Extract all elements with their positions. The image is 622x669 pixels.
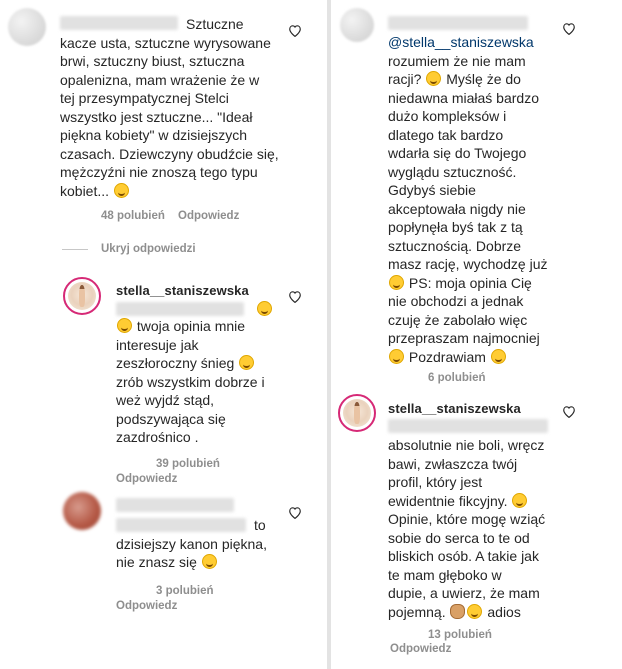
comment-text-line: sztucznością. Dobrze [388, 237, 522, 254]
reply-text-line: nie znasz się [116, 554, 197, 570]
avatar[interactable] [8, 8, 46, 46]
mention-blurred[interactable] [116, 518, 246, 532]
reply-text: absolutnie nie boli, wręcz bawi, zwłaszc… [388, 436, 598, 621]
comment-text-line: brwi, sztuczny biust, sztuczna [60, 53, 245, 69]
username-blurred[interactable] [116, 498, 234, 512]
comment-text-line: wyglądu sztuczność. [388, 163, 517, 180]
comment-text-line: wdarła się do Twojego [388, 145, 527, 161]
comment-text-line: czasach. Dziewczyny obudźcie się, [60, 145, 279, 162]
grimacing-emoji-icon [113, 182, 129, 198]
ok-hand-emoji-icon [450, 603, 466, 619]
username-blurred[interactable] [388, 16, 528, 30]
reply-text-line: to [254, 517, 266, 533]
comment-text-line: dlatego tak bardzo [388, 126, 504, 143]
right-column: @stella__staniszewska rozumiem że nie ma… [332, 0, 622, 669]
comment-text-line: rozumiem że nie mam [388, 52, 526, 69]
reply-text-line: Opinie, które mogę wziąć [388, 511, 546, 527]
comment-text-line: kobiet... [60, 182, 110, 199]
comment-text-line: Myślę że do [446, 71, 521, 87]
slightly-smiling-emoji-icon [389, 348, 404, 364]
reply-text-line: adios [487, 603, 521, 620]
likes-count[interactable]: 6 polubień [428, 372, 486, 384]
comment-text-line: PS: moja opinia Cię [408, 274, 532, 291]
comment-text: kacze usta, sztuczne wyrysowane brwi, sz… [60, 34, 310, 201]
hide-replies-line [62, 249, 88, 250]
username[interactable]: stella__staniszewska [116, 283, 249, 298]
avatar[interactable] [340, 8, 374, 42]
comment-text-line: przepraszam najmocniej [388, 330, 540, 346]
reply-button[interactable]: Odpowiedz [116, 473, 177, 485]
comment-text-line: masz rację, wychodzę już [388, 256, 548, 272]
comment-text-line: popłynęła byś tak z tą [388, 219, 523, 235]
reply-text-line: zazdrośnico . [116, 429, 199, 445]
reply-text: twoja opinia mnie interesuje jak zeszłor… [116, 317, 296, 447]
avatar-stella[interactable] [63, 277, 101, 315]
comment-text-line: czuję że zabolało więc [388, 311, 528, 328]
grinning-emoji-icon [512, 492, 528, 508]
reply-text-line: bawi, zwłaszcza twój [388, 455, 518, 472]
comment-text-line: racji? [388, 71, 422, 87]
likes-count[interactable]: 13 polubień [428, 629, 492, 641]
laughing-emoji-icon [426, 71, 442, 86]
reply-button[interactable]: Odpowiedz [390, 643, 451, 655]
reply-text-line: zeszłoroczny śnieg [116, 355, 235, 371]
reply-text-line: bliskich osób. A takie jak [388, 548, 539, 564]
reply-text-line: interesuje jak [116, 336, 199, 353]
comment-text-line: Pozdrawiam [408, 348, 486, 365]
likes-count[interactable]: 48 polubień [101, 210, 165, 222]
comment-text-line: dużo kompleksów i [388, 108, 507, 124]
reply-text-line: te mam głęboko w [388, 566, 502, 583]
reply-text-line: weż wyjdź stąd, [116, 392, 215, 408]
reply-text-line: pojemną. [388, 603, 446, 620]
comment-text-line: niedawna miałaś bardzo [388, 89, 539, 106]
mention-blurred[interactable] [116, 302, 244, 316]
comment-text-line: tej przesympatycznej Stelci [60, 90, 229, 106]
reply-text: dzisiejszy kanon piękna, nie znasz się [116, 535, 296, 572]
laughing-emoji-icon [257, 301, 272, 316]
reply-text-line: dupie, a uwierz, że mam [388, 585, 540, 601]
comment-text-line: akceptowała nigdy nie [388, 200, 526, 217]
comment-text-line: opalenizna, mam wrażenie że w [60, 71, 260, 88]
mention-link[interactable]: @stella__staniszewska [388, 33, 588, 52]
comment-text-line: nie obchodzi a jednak [388, 293, 524, 309]
reply-text-line: dzisiejszy kanon piękna, [116, 535, 267, 552]
grinning-emoji-icon [239, 355, 255, 370]
reply-text-line: profil, który jest [388, 474, 483, 490]
comment-text-line: mężczyźni nie znoszą tego typu [60, 164, 258, 180]
likes-count[interactable]: 3 polubień [156, 585, 214, 597]
reply-button[interactable]: Odpowiedz [178, 210, 239, 222]
grinning-emoji-icon [467, 603, 483, 619]
likes-count[interactable]: 39 polubień [156, 458, 220, 470]
slightly-smiling-emoji-icon [490, 348, 506, 364]
reply-button[interactable]: Odpowiedz [116, 600, 177, 612]
column-divider [327, 0, 331, 669]
comment-text-line: piękna kobiety" w dzisiejszych [60, 127, 248, 143]
heart-icon[interactable] [288, 290, 302, 303]
comment-text-line: wszystko jest sztuczne... "Ideał [60, 108, 253, 125]
reply-text-line: podszywająca się [116, 410, 226, 427]
laughing-emoji-icon [117, 318, 132, 333]
reply-text-line: sobie do serca to te od [388, 529, 530, 546]
hide-replies-button[interactable]: Ukryj odpowiedzi [101, 243, 196, 255]
left-column: Sztuczne kacze usta, sztuczne wyrysowane… [0, 0, 326, 669]
slightly-smiling-emoji-icon [389, 274, 404, 290]
reply-text-line: zrób wszystkim dobrze i [116, 373, 265, 390]
reply-text-line: absolutnie nie boli, wręcz [388, 437, 545, 453]
avatar[interactable] [63, 492, 101, 530]
avatar-stella[interactable] [338, 394, 376, 432]
comment-text-line: Gdybyś siebie [388, 182, 476, 198]
grinning-emoji-icon [201, 554, 217, 569]
comment-text-line: kacze usta, sztuczne wyrysowane [60, 34, 271, 51]
reply-text-line: ewidentnie fikcyjny. [388, 492, 508, 509]
reply-text-line: twoja opinia mnie [136, 318, 246, 334]
username-blurred[interactable] [60, 16, 178, 30]
heart-icon[interactable] [562, 405, 576, 418]
username[interactable]: stella__staniszewska [388, 401, 521, 416]
comment-text-line: Sztuczne [186, 16, 244, 32]
comment-text: rozumiem że nie mam racji? Myślę że do n… [388, 52, 588, 367]
mention-blurred[interactable] [388, 419, 548, 433]
